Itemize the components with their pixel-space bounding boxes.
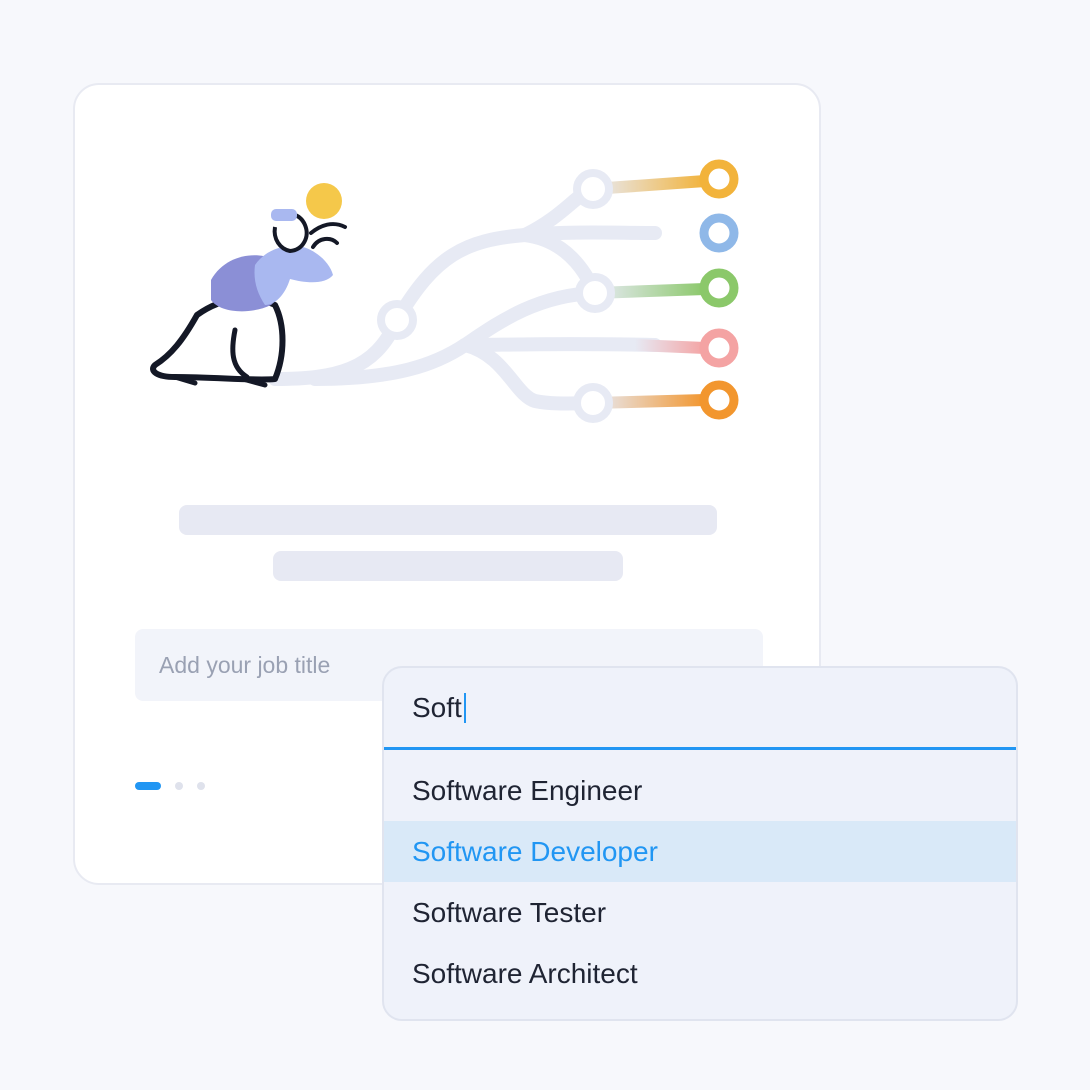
pager-dot-3[interactable] xyxy=(197,782,205,790)
goal-node-1 xyxy=(699,159,739,199)
autocomplete-input[interactable]: Soft xyxy=(384,668,1016,750)
suggestion-list: Software Engineer Software Developer Sof… xyxy=(384,750,1016,1004)
goal-node-3 xyxy=(699,268,739,308)
subtitle-placeholder-bar xyxy=(273,551,623,581)
suggestion-item[interactable]: Software Tester xyxy=(384,882,1016,943)
goal-node-4 xyxy=(699,328,739,368)
title-placeholder-bar xyxy=(179,505,717,535)
job-title-autocomplete: Soft Software Engineer Software Develope… xyxy=(382,666,1018,1021)
pager-dot-1[interactable] xyxy=(135,782,161,790)
goal-node-2 xyxy=(699,213,739,253)
pager-dot-2[interactable] xyxy=(175,782,183,790)
career-path-illustration xyxy=(150,159,739,423)
goal-node-5 xyxy=(699,380,739,420)
typed-value: Soft xyxy=(412,691,462,723)
suggestion-item[interactable]: Software Developer xyxy=(384,821,1016,882)
person-with-telescope-icon xyxy=(150,183,347,388)
text-caret xyxy=(463,692,466,723)
job-title-placeholder: Add your job title xyxy=(159,651,331,678)
suggestion-item[interactable]: Software Engineer xyxy=(384,760,1016,821)
pager-dots xyxy=(135,782,219,790)
suggestion-item[interactable]: Software Architect xyxy=(384,943,1016,1004)
career-goal-nodes xyxy=(699,159,739,420)
